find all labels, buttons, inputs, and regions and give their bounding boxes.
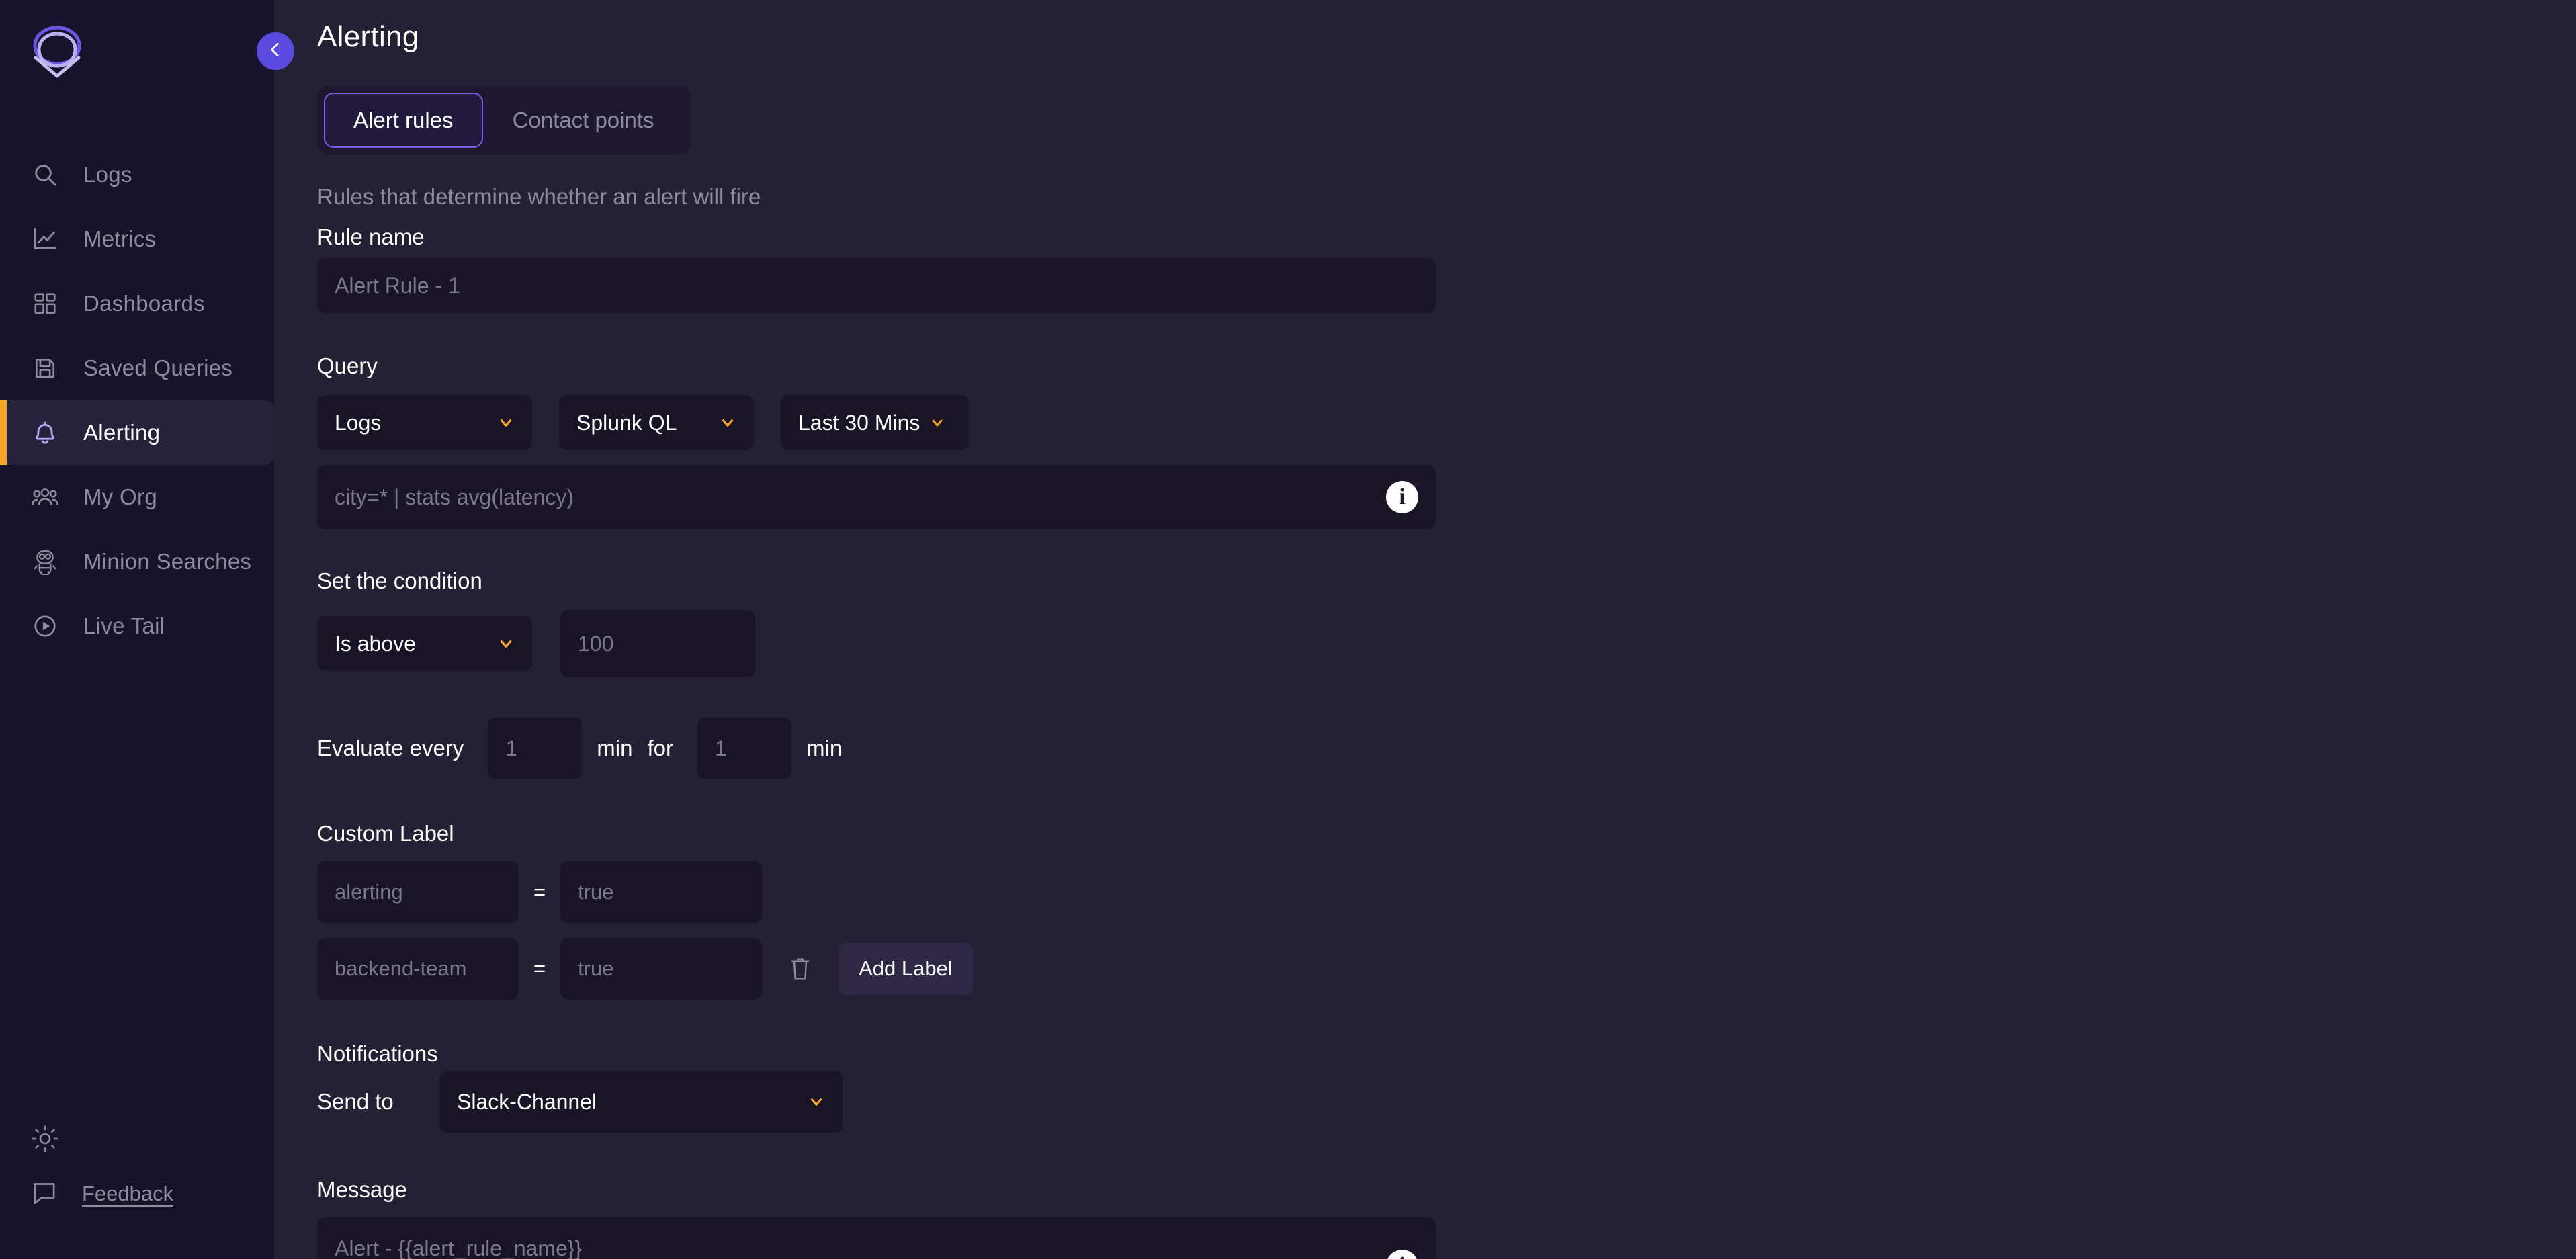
send-to-label: Send to bbox=[317, 1089, 394, 1114]
feedback-link[interactable]: Feedback bbox=[31, 1170, 274, 1217]
line-chart-icon bbox=[31, 225, 59, 253]
time-range-dropdown[interactable]: Last 30 Mins bbox=[781, 395, 969, 450]
evaluate-unit-label: min bbox=[597, 736, 633, 761]
sidebar-item-label: Saved Queries bbox=[83, 355, 233, 380]
sidebar-item-logs[interactable]: Logs bbox=[0, 142, 274, 207]
theme-toggle-button[interactable] bbox=[31, 1110, 274, 1170]
chat-bubble-icon bbox=[31, 1179, 58, 1209]
evaluate-for-label: for bbox=[647, 736, 673, 761]
chevron-left-icon bbox=[267, 41, 284, 62]
custom-label-row: = bbox=[317, 861, 2576, 923]
condition-operator-value: Is above bbox=[335, 631, 416, 656]
rule-name-group: Rule name bbox=[317, 224, 2576, 313]
sun-icon bbox=[31, 1125, 59, 1156]
condition-group: Set the condition Is above bbox=[317, 568, 2576, 677]
evaluate-for-unit-label: min bbox=[806, 736, 843, 761]
tab-bar: Alert rules Contact points bbox=[317, 86, 691, 155]
tab-alert-rules[interactable]: Alert rules bbox=[324, 93, 483, 148]
condition-label: Set the condition bbox=[317, 568, 482, 593]
message-textarea[interactable] bbox=[317, 1217, 1436, 1259]
chevron-down-icon bbox=[929, 415, 945, 431]
data-source-value: Logs bbox=[335, 410, 382, 435]
sigscalr-layers-logo-icon bbox=[33, 26, 81, 78]
message-label: Message bbox=[317, 1177, 407, 1202]
sidebar-footer: Feedback bbox=[0, 1110, 274, 1259]
query-language-dropdown[interactable]: Splunk QL bbox=[559, 395, 754, 450]
sidebar-item-live-tail[interactable]: Live Tail bbox=[0, 594, 274, 658]
custom-label-key-input[interactable] bbox=[317, 861, 519, 923]
rule-name-input[interactable] bbox=[317, 258, 1436, 313]
notifications-group: Notifications Send to Slack-Channel bbox=[317, 1041, 2576, 1133]
info-icon[interactable]: i bbox=[1386, 481, 1418, 513]
trash-icon[interactable] bbox=[781, 949, 820, 988]
query-input-group: i bbox=[317, 465, 1436, 529]
bell-icon bbox=[31, 419, 59, 447]
page-title: Alerting bbox=[317, 20, 419, 53]
sidebar: Logs Metrics Dashboards Saved Queries Al… bbox=[0, 0, 274, 1259]
grid-icon bbox=[31, 290, 59, 318]
chevron-down-icon bbox=[719, 414, 736, 431]
send-to-dropdown[interactable]: Slack-Channel bbox=[439, 1071, 843, 1133]
query-string-input[interactable] bbox=[317, 465, 1436, 529]
evaluate-row: Evaluate every min for min bbox=[317, 718, 2576, 779]
sidebar-item-label: Live Tail bbox=[83, 613, 165, 638]
users-icon bbox=[31, 483, 59, 511]
sidebar-item-my-org[interactable]: My Org bbox=[0, 465, 274, 529]
add-label-button[interactable]: Add Label bbox=[839, 943, 973, 995]
condition-row: Is above bbox=[317, 610, 2576, 677]
equals-sign: = bbox=[533, 957, 546, 980]
time-range-value: Last 30 Mins bbox=[798, 410, 920, 435]
app-logo[interactable] bbox=[0, 0, 274, 101]
send-to-value: Slack-Channel bbox=[457, 1089, 597, 1114]
sidebar-item-alerting[interactable]: Alerting bbox=[0, 400, 274, 465]
query-label: Query bbox=[317, 353, 378, 378]
sidebar-item-label: Minion Searches bbox=[83, 549, 252, 574]
tab-contact-points[interactable]: Contact points bbox=[483, 93, 684, 148]
play-circle-icon bbox=[31, 612, 59, 640]
custom-label-heading: Custom Label bbox=[317, 821, 454, 846]
sidebar-nav: Logs Metrics Dashboards Saved Queries Al… bbox=[0, 142, 274, 658]
notifications-label: Notifications bbox=[317, 1041, 438, 1066]
back-button[interactable] bbox=[257, 32, 294, 70]
search-icon bbox=[31, 161, 59, 189]
sidebar-item-saved-queries[interactable]: Saved Queries bbox=[0, 336, 274, 400]
evaluate-interval-input[interactable] bbox=[488, 718, 583, 779]
send-to-row: Send to Slack-Channel bbox=[317, 1071, 2576, 1133]
custom-label-group: Custom Label = = Add Label bbox=[317, 821, 2576, 1000]
save-icon bbox=[31, 354, 59, 382]
sidebar-item-minion-searches[interactable]: Minion Searches bbox=[0, 529, 274, 594]
sidebar-item-label: My Org bbox=[83, 484, 157, 509]
custom-label-value-input[interactable] bbox=[560, 938, 763, 1000]
query-language-value: Splunk QL bbox=[576, 410, 677, 435]
sidebar-item-label: Dashboards bbox=[83, 291, 205, 316]
evaluate-every-label: Evaluate every bbox=[317, 736, 464, 761]
page-subtitle: Rules that determine whether an alert wi… bbox=[317, 184, 761, 209]
sidebar-item-label: Logs bbox=[83, 162, 132, 187]
query-controls-row: Logs Splunk QL Last 30 Mins bbox=[317, 395, 2576, 450]
data-source-dropdown[interactable]: Logs bbox=[317, 395, 532, 450]
chevron-down-icon bbox=[808, 1093, 825, 1111]
query-group: Query Logs Splunk QL Last 30 Mins city=*… bbox=[317, 353, 2576, 529]
custom-label-key-input[interactable] bbox=[317, 938, 519, 1000]
message-input-group: i bbox=[317, 1217, 1436, 1259]
sidebar-item-label: Alerting bbox=[83, 420, 161, 445]
main-content: Alerting Alert rules Contact points Rule… bbox=[257, 0, 2576, 1259]
chevron-down-icon bbox=[497, 635, 515, 652]
message-group: Message i bbox=[317, 1177, 2576, 1259]
sidebar-item-dashboards[interactable]: Dashboards bbox=[0, 271, 274, 336]
evaluate-for-input[interactable] bbox=[697, 718, 791, 779]
threshold-input[interactable] bbox=[560, 610, 755, 677]
condition-operator-dropdown[interactable]: Is above bbox=[317, 616, 532, 671]
chevron-down-icon bbox=[497, 414, 515, 431]
custom-label-value-input[interactable] bbox=[560, 861, 763, 923]
sidebar-item-metrics[interactable]: Metrics bbox=[0, 207, 274, 271]
rule-name-label: Rule name bbox=[317, 224, 425, 249]
feedback-label: Feedback bbox=[82, 1182, 174, 1205]
minion-icon bbox=[31, 548, 59, 576]
sidebar-item-label: Metrics bbox=[83, 226, 157, 251]
custom-label-row: = Add Label bbox=[317, 938, 2576, 1000]
equals-sign: = bbox=[533, 880, 546, 904]
